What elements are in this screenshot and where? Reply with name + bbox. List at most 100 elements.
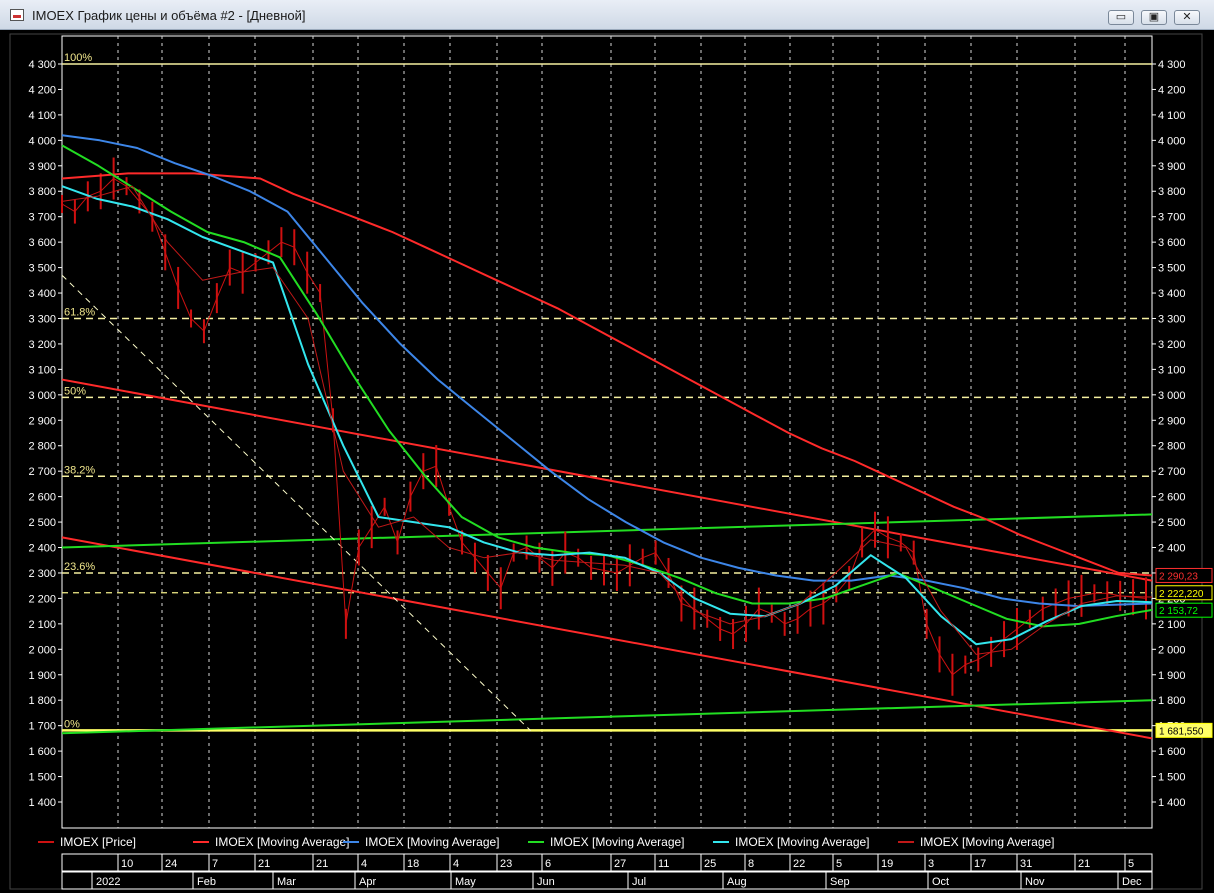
price-label-text: 2 153,72 — [1159, 606, 1198, 617]
legend-label: IMOEX [Moving Average] — [215, 835, 350, 849]
window-title: IMOEX График цены и объёма #2 - [Дневной… — [32, 8, 306, 23]
fib-level-label: 0% — [64, 718, 80, 730]
y-tick-label-right: 1 900 — [1158, 670, 1186, 682]
y-tick-label-right: 3 800 — [1158, 186, 1186, 198]
x-day-label: 31 — [1020, 858, 1032, 870]
x-day-label: 4 — [453, 858, 459, 870]
y-tick-label-left: 2 400 — [28, 543, 56, 555]
y-tick-label-left: 2 300 — [28, 568, 56, 580]
x-day-label: 6 — [545, 858, 551, 870]
legend-label: IMOEX [Moving Average] — [920, 835, 1055, 849]
price-label-text: 1 681,550 — [1159, 726, 1204, 737]
y-tick-label-left: 3 100 — [28, 364, 56, 376]
y-tick-label-right: 1 500 — [1158, 772, 1186, 784]
x-day-label: 22 — [793, 858, 805, 870]
y-tick-label-left: 3 300 — [28, 313, 56, 325]
y-tick-label-right: 3 100 — [1158, 364, 1186, 376]
x-day-label: 24 — [165, 858, 177, 870]
y-tick-label-left: 2 900 — [28, 415, 56, 427]
y-tick-label-right: 3 900 — [1158, 161, 1186, 173]
x-month-label: Jul — [632, 876, 646, 888]
y-tick-label-right: 4 200 — [1158, 84, 1186, 96]
x-month-label: Sep — [830, 876, 850, 888]
x-day-label: 21 — [1078, 858, 1090, 870]
y-tick-label-right: 1 600 — [1158, 746, 1186, 758]
y-tick-label-right: 2 400 — [1158, 543, 1186, 555]
price-chart[interactable]: 1 4001 4001 5001 5001 6001 6001 7001 700… — [0, 30, 1214, 893]
x-month-label: Aug — [727, 876, 747, 888]
x-day-label: 4 — [361, 858, 367, 870]
y-tick-label-left: 2 500 — [28, 517, 56, 529]
y-tick-label-left: 4 200 — [28, 84, 56, 96]
legend-label: IMOEX [Moving Average] — [365, 835, 500, 849]
y-tick-label-right: 2 100 — [1158, 619, 1186, 631]
x-axis-months-band — [61, 871, 1153, 890]
y-tick-label-left: 1 600 — [28, 746, 56, 758]
minimize-button[interactable]: ▭ — [1108, 10, 1134, 25]
y-tick-label-left: 4 100 — [28, 110, 56, 122]
x-month-label: Dec — [1122, 876, 1142, 888]
y-tick-label-left: 1 400 — [28, 797, 56, 809]
y-tick-label-left: 2 200 — [28, 593, 56, 605]
maximize-button[interactable]: ▣ — [1141, 10, 1167, 25]
x-day-label: 11 — [658, 858, 669, 870]
y-tick-label-left: 1 700 — [28, 721, 56, 733]
y-tick-label-right: 4 100 — [1158, 110, 1186, 122]
close-button[interactable]: ✕ — [1174, 10, 1200, 25]
x-day-label: 3 — [928, 858, 934, 870]
y-tick-label-right: 1 400 — [1158, 797, 1186, 809]
x-day-label: 21 — [258, 858, 270, 870]
y-tick-label-right: 3 200 — [1158, 339, 1186, 351]
legend-label: IMOEX [Moving Average] — [550, 835, 685, 849]
y-tick-label-left: 3 600 — [28, 237, 56, 249]
x-day-label: 17 — [974, 858, 986, 870]
y-tick-label-left: 2 800 — [28, 441, 56, 453]
fib-level-label: 38.2% — [64, 464, 95, 476]
x-day-label: 10 — [121, 858, 133, 870]
fib-level-label: 50% — [64, 385, 86, 397]
fib-level-label: 23.6% — [64, 561, 95, 573]
x-day-label: 8 — [748, 858, 754, 870]
y-tick-label-right: 2 900 — [1158, 415, 1186, 427]
y-tick-label-right: 4 300 — [1158, 59, 1186, 71]
y-tick-label-left: 4 300 — [28, 59, 56, 71]
fib-level-label: 100% — [64, 52, 92, 64]
x-day-label: 18 — [407, 858, 419, 870]
x-month-label: Feb — [197, 876, 216, 888]
y-tick-label-right: 3 000 — [1158, 390, 1186, 402]
x-month-label: Apr — [359, 876, 376, 888]
x-axis-days-band — [61, 853, 1153, 872]
x-day-label: 19 — [881, 858, 893, 870]
y-tick-label-left: 3 900 — [28, 161, 56, 173]
y-tick-label-right: 3 600 — [1158, 237, 1186, 249]
x-day-label: 25 — [704, 858, 716, 870]
chart-app-icon — [10, 9, 24, 21]
x-month-label: Jun — [537, 876, 555, 888]
y-tick-label-left: 2 100 — [28, 619, 56, 631]
y-tick-label-left: 2 600 — [28, 492, 56, 504]
y-tick-label-right: 3 700 — [1158, 212, 1186, 224]
fib-level-label: 61.8% — [64, 306, 95, 318]
x-day-label: 5 — [836, 858, 842, 870]
y-tick-label-right: 2 500 — [1158, 517, 1186, 529]
legend-label: IMOEX [Moving Average] — [735, 835, 870, 849]
y-tick-label-left: 1 500 — [28, 772, 56, 784]
x-month-label: May — [455, 876, 476, 888]
y-tick-label-left: 3 400 — [28, 288, 56, 300]
x-day-label: 7 — [212, 858, 218, 870]
y-tick-label-left: 3 000 — [28, 390, 56, 402]
x-day-label: 5 — [1128, 858, 1134, 870]
y-tick-label-right: 2 700 — [1158, 466, 1186, 478]
x-month-label: Mar — [277, 876, 296, 888]
y-tick-label-right: 3 300 — [1158, 313, 1186, 325]
x-day-label: 27 — [614, 858, 626, 870]
y-tick-label-right: 3 400 — [1158, 288, 1186, 300]
y-tick-label-left: 2 000 — [28, 644, 56, 656]
y-tick-label-left: 3 800 — [28, 186, 56, 198]
y-tick-label-right: 1 800 — [1158, 695, 1186, 707]
y-tick-label-left: 3 700 — [28, 212, 56, 224]
x-month-label: 2022 — [96, 876, 120, 888]
y-tick-label-left: 2 700 — [28, 466, 56, 478]
y-tick-label-left: 4 000 — [28, 135, 56, 147]
price-label-text: 2 222,220 — [1159, 589, 1204, 600]
